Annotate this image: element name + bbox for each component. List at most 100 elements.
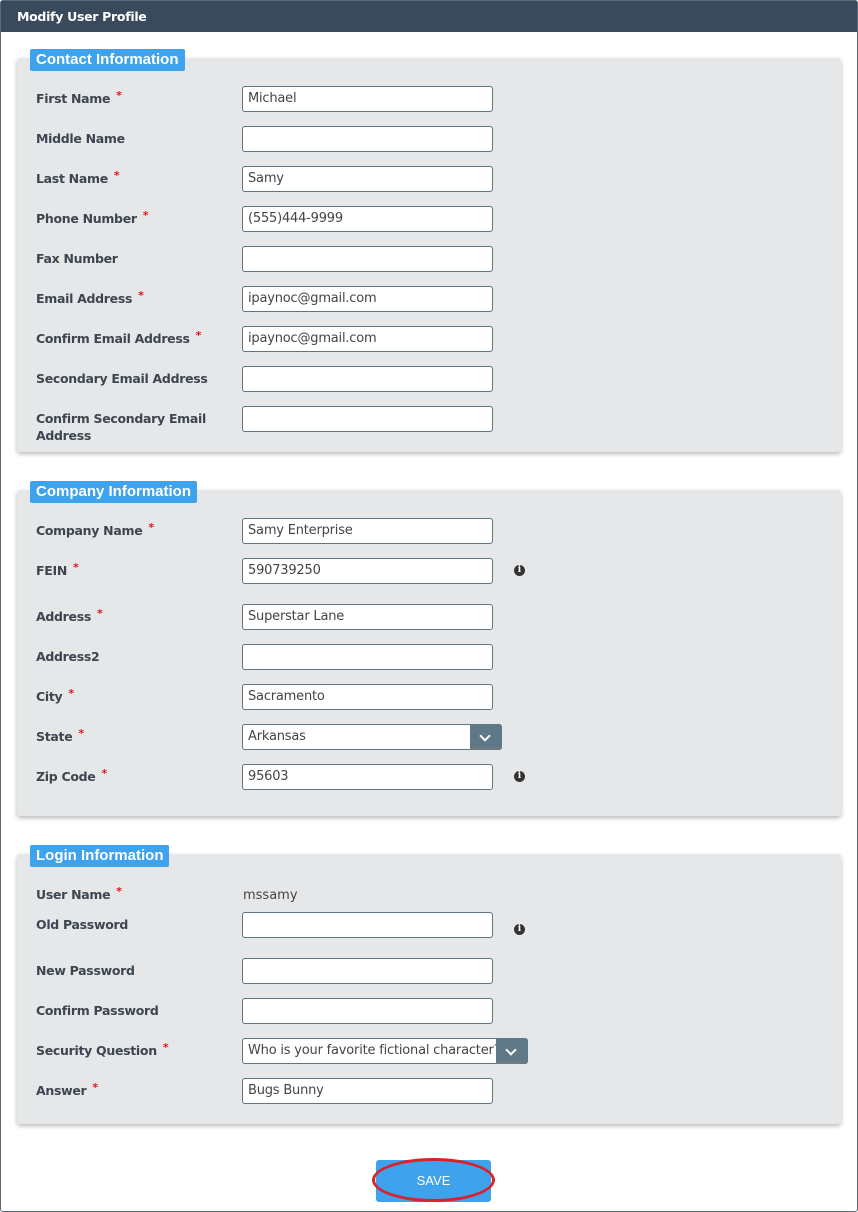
label-text: Last Name [36,171,108,186]
email-address-input[interactable]: ipaynoc@gmail.com [242,286,493,312]
confirm-secondary-email-address-label: Confirm Secondary Email Address [36,410,216,444]
info-icon[interactable]: i [514,924,525,935]
label-text: City [36,689,63,704]
secondary-email-address-label: Secondary Email Address [36,370,216,387]
field-value: 590739250 [248,563,321,578]
confirm-email-address-input[interactable]: ipaynoc@gmail.com [242,326,493,352]
confirm-email-address-label: Confirm Email Address * [36,329,216,348]
answer-input[interactable]: Bugs Bunny [242,1078,493,1104]
address-label: Address * [36,607,216,626]
required-asterisk-icon: * [116,885,122,898]
field-value: Who is your favorite fictional character… [248,1043,501,1058]
fein-input[interactable]: 590739250 [242,558,493,584]
dropdown-toggle-button[interactable] [496,1038,528,1064]
label-text: Address2 [36,649,100,664]
required-asterisk-icon: * [195,329,202,342]
required-asterisk-icon: * [92,1081,98,1094]
label-text: State [36,729,73,744]
answer-label: Answer * [36,1081,216,1100]
user-name-label: User Name * [36,885,216,904]
address-input[interactable]: Superstar Lane [242,604,493,630]
required-asterisk-icon: * [148,521,154,534]
zip-code-label: Zip Code * [36,767,216,786]
old-password-label: Old Password [36,916,216,933]
address2-input[interactable] [242,644,493,670]
state-label: State * [36,727,216,746]
field-value: Arkansas [248,729,306,744]
city-input[interactable]: Sacramento [242,684,493,710]
field-value: (555)444-9999 [248,211,343,226]
label-text: Security Question [36,1043,157,1058]
company-information-section: Company Information Company Name * Samy En… [17,481,841,816]
field-value: Samy [248,171,284,186]
confirm-password-label: Confirm Password [36,1002,216,1019]
label-text: Secondary Email Address [36,371,208,386]
field-value: Samy Enterprise [248,523,353,538]
last-name-input[interactable]: Samy [242,166,493,192]
required-asterisk-icon: * [113,169,120,182]
security-question-select[interactable]: Who is your favorite fictional character… [242,1038,528,1064]
label-text: FEIN [36,563,67,578]
address2-label: Address2 [36,648,216,665]
save-button[interactable]: SAVE [376,1160,491,1202]
field-value: ipaynoc@gmail.com [248,331,377,346]
required-asterisk-icon: * [73,561,79,574]
middle-name-label: Middle Name [36,130,216,147]
label-text: Middle Name [36,131,125,146]
field-value: ipaynoc@gmail.com [248,291,377,306]
field-value: Sacramento [248,689,325,704]
section-title: Login Information [30,845,170,867]
chevron-down-icon [479,730,491,742]
chevron-down-icon [505,1044,517,1056]
label-text: Answer [36,1083,87,1098]
company-name-input[interactable]: Samy Enterprise [242,518,493,544]
fein-label: FEIN * [36,561,216,580]
phone-number-label: Phone Number * [36,209,216,228]
last-name-label: Last Name * [36,169,216,188]
label-text: Confirm Secondary Email Address [36,411,207,443]
confirm-secondary-email-address-input[interactable] [242,406,493,432]
required-asterisk-icon: * [162,1041,169,1054]
label-text: First Name [36,91,111,106]
dropdown-toggle-button[interactable] [470,724,502,750]
zip-code-input[interactable]: 95603 [242,764,493,790]
email-address-label: Email Address * [36,289,216,308]
state-select[interactable]: Arkansas [242,724,502,750]
required-asterisk-icon: * [97,607,103,620]
required-asterisk-icon: * [138,289,144,302]
fax-number-label: Fax Number [36,250,216,267]
contact-information-section: Contact Information First Name * Michael Mi… [17,49,841,452]
city-label: City * [36,687,216,706]
label-text: Old Password [36,917,128,932]
field-value: Bugs Bunny [248,1083,324,1098]
section-title: Company Information [30,481,198,503]
required-asterisk-icon: * [101,767,107,780]
label-text: Zip Code [36,769,96,784]
panel-title: Modify User Profile [1,1,857,32]
phone-number-input[interactable]: (555)444-9999 [242,206,493,232]
label-text: Confirm Password [36,1003,159,1018]
info-icon[interactable]: i [514,565,525,576]
field-value: Superstar Lane [248,609,345,624]
info-icon[interactable]: i [514,771,525,782]
label-text: User Name [36,887,111,902]
first-name-input[interactable]: Michael [242,86,493,112]
old-password-input[interactable] [242,912,493,938]
confirm-password-input[interactable] [242,998,493,1024]
security-question-label: Security Question * [36,1041,216,1060]
secondary-email-address-input[interactable] [242,366,493,392]
label-text: Fax Number [36,251,118,266]
login-information-section: Login Information User Name * mssamy Old Pa… [17,845,841,1124]
label-text: Address [36,609,91,624]
field-value: Michael [248,91,297,106]
company-name-label: Company Name * [36,521,216,540]
label-text: New Password [36,963,135,978]
first-name-label: First Name * [36,89,216,108]
required-asterisk-icon: * [116,89,122,102]
fax-number-input[interactable] [242,246,493,272]
label-text: Company Name [36,523,143,538]
new-password-label: New Password [36,962,216,979]
new-password-input[interactable] [242,958,493,984]
middle-name-input[interactable] [242,126,493,152]
label-text: Confirm Email Address [36,331,190,346]
